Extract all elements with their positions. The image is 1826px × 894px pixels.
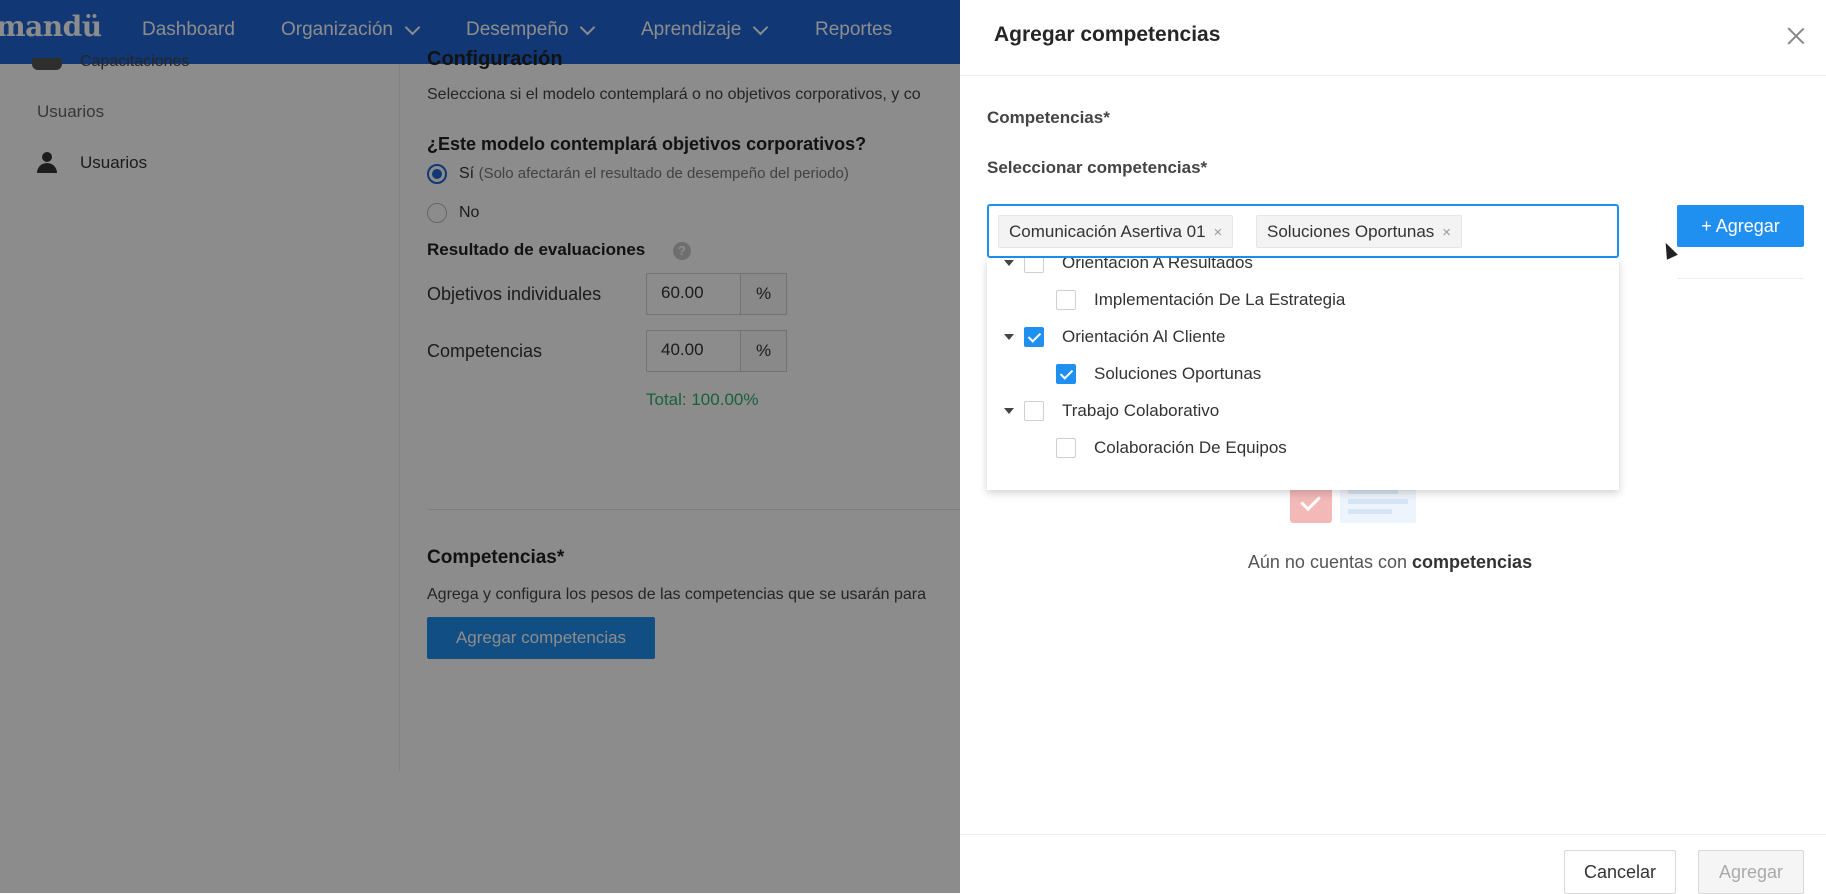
- caret-down-icon[interactable]: [1004, 334, 1014, 340]
- tree-node[interactable]: Orientación Al Cliente: [987, 319, 1619, 356]
- tree-node-label: Implementación De La Estrategia: [1094, 290, 1346, 309]
- tree-node-label: Soluciones Oportunas: [1094, 364, 1262, 383]
- tree-checkbox[interactable]: [1024, 258, 1044, 273]
- select-competencias-label: Seleccionar competencias*: [987, 158, 1208, 177]
- selected-tag-label: Comunicación Asertiva 01: [1009, 222, 1206, 241]
- cancel-button[interactable]: Cancelar: [1564, 850, 1676, 894]
- drawer-header: Agregar competencias: [960, 0, 1826, 76]
- tree-node[interactable]: Soluciones Oportunas: [987, 356, 1619, 393]
- competencias-select[interactable]: Comunicación Asertiva 01 × Soluciones Opo…: [987, 204, 1619, 258]
- add-button[interactable]: + Agregar: [1677, 205, 1804, 247]
- tree-node[interactable]: Colaboración De Equipos: [987, 430, 1619, 467]
- selected-tag: Comunicación Asertiva 01 ×: [998, 215, 1234, 248]
- tree-checkbox[interactable]: [1024, 327, 1044, 347]
- caret-down-icon[interactable]: [1004, 408, 1014, 414]
- competencias-tree-dropdown: Orientación A Resultados Implementación …: [987, 258, 1619, 490]
- drawer-title: Agregar competencias: [994, 23, 1221, 46]
- divider: [1677, 278, 1804, 279]
- tree-node-label: Trabajo Colaborativo: [1062, 401, 1220, 420]
- tree-checkbox[interactable]: [1056, 438, 1076, 458]
- tree-checkbox[interactable]: [1024, 401, 1044, 421]
- tree-node[interactable]: Orientación A Resultados: [987, 258, 1619, 282]
- modal-overlay[interactable]: [0, 0, 960, 893]
- empty-text-prefix: Aún no cuentas con: [1247, 552, 1408, 572]
- tree-node[interactable]: Trabajo Colaborativo: [987, 393, 1619, 430]
- competencias-label: Competencias*: [987, 108, 1110, 127]
- tree-checkbox[interactable]: [1056, 364, 1076, 384]
- empty-state-text: Aún no cuentas con competencias: [1160, 552, 1620, 573]
- tree-node-label: Orientación Al Cliente: [1062, 327, 1226, 346]
- remove-tag-icon[interactable]: ×: [1442, 224, 1451, 241]
- selected-tag-label: Soluciones Oportunas: [1267, 222, 1435, 241]
- empty-text-bold: competencias: [1412, 552, 1533, 572]
- drawer-footer: Cancelar Agregar: [960, 834, 1826, 894]
- caret-down-icon[interactable]: [1004, 260, 1014, 266]
- selected-tag: Soluciones Oportunas ×: [1256, 215, 1463, 248]
- tree-node-label: Orientación A Resultados: [1062, 258, 1253, 272]
- submit-button[interactable]: Agregar: [1698, 850, 1804, 894]
- tree-node[interactable]: Implementación De La Estrategia: [987, 282, 1619, 319]
- close-icon[interactable]: [1782, 22, 1810, 50]
- remove-tag-icon[interactable]: ×: [1214, 224, 1223, 241]
- tree-checkbox[interactable]: [1056, 290, 1076, 310]
- tree-node-label: Colaboración De Equipos: [1094, 438, 1287, 457]
